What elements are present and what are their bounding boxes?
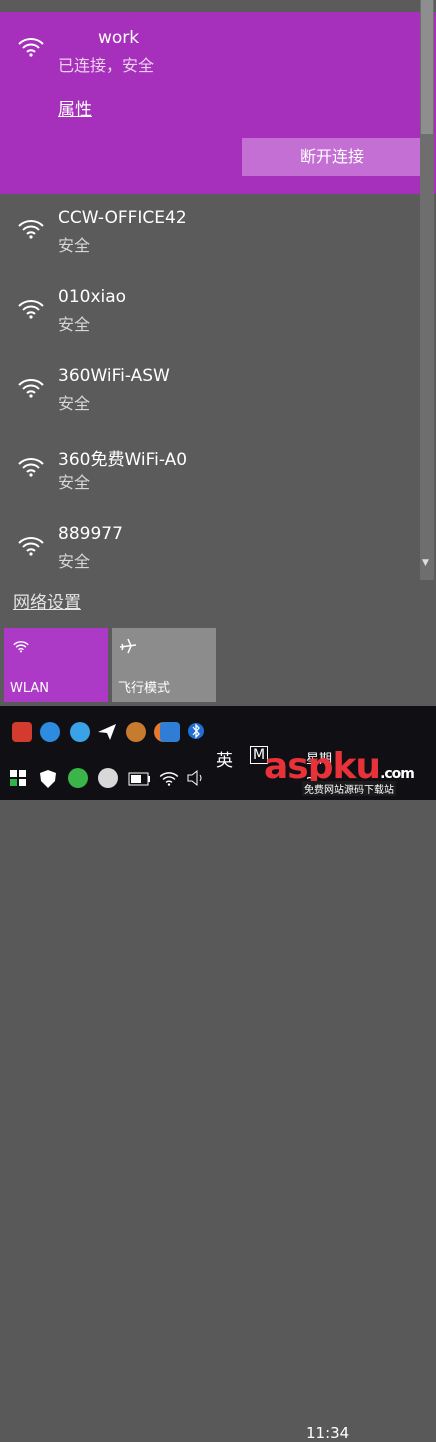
scrollbar-thumb[interactable] [421,0,433,134]
wifi-icon [18,537,44,556]
network-settings-link[interactable]: 网络设置 [13,588,81,613]
bluetooth-icon[interactable] [188,720,204,742]
wlan-label: WLAN [10,681,50,696]
airplane-icon [119,638,137,654]
airplane-mode-label: 飞行模式 [118,681,171,696]
cloud-icon[interactable] [40,722,60,742]
network-security: 安全 [58,552,91,571]
cloud-icon[interactable] [98,768,118,788]
wlan-toggle[interactable]: WLAN [4,628,108,702]
ime-language[interactable]: 英 [216,746,233,771]
network-flyout: work 已连接，安全 属性 断开连接 CCW-OFFICE42 安全 010x… [0,0,436,706]
shield-icon[interactable] [38,768,58,790]
wifi-icon[interactable] [158,768,180,788]
monitor-icon[interactable] [160,722,180,742]
app-icon[interactable] [12,722,32,742]
network-security: 安全 [58,315,91,334]
clock-time[interactable]: 11:34 [306,1424,349,1442]
wifi-icon [18,38,44,57]
network-name: 889977 [58,524,123,544]
network-security: 安全 [58,473,91,492]
network-name: 360WiFi-ASW [58,366,170,386]
windows-defender-icon[interactable] [8,768,28,790]
scroll-down-icon[interactable]: ▼ [422,558,429,568]
wechat-icon[interactable] [68,768,88,788]
network-security: 安全 [58,394,91,413]
network-security: 安全 [58,236,91,255]
watermark-subtitle: 免费网站源码下载站 [302,781,396,796]
connected-network-panel[interactable]: work 已连接，安全 属性 断开连接 [0,12,436,194]
connected-network-name: work [98,28,140,48]
bird-icon[interactable] [70,722,90,742]
airplane-mode-toggle[interactable]: 飞行模式 [112,628,216,702]
battery-icon[interactable] [128,772,152,786]
watermark-suffix: .com [380,766,415,782]
network-name: CCW-OFFICE42 [58,208,187,228]
wifi-icon [18,379,44,398]
wifi-icon [13,641,29,653]
properties-link[interactable]: 属性 [58,95,92,120]
wifi-icon [18,458,44,477]
network-name: 360免费WiFi-A0 [58,450,188,470]
connected-network-status: 已连接，安全 [58,56,155,75]
wifi-icon [18,300,44,319]
disconnect-button[interactable]: 断开连接 [242,138,422,176]
send-icon[interactable] [96,722,118,742]
volume-icon[interactable] [186,768,208,788]
disk-icon[interactable] [126,722,146,742]
network-name: 010xiao [58,287,127,307]
wifi-icon [18,220,44,239]
